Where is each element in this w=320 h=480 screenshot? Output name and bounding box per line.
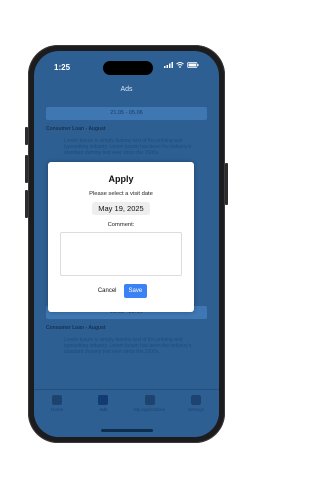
volume-down-button	[25, 190, 28, 218]
tab-settings[interactable]: Settings	[176, 395, 216, 437]
home-indicator	[101, 429, 153, 432]
wifi-icon	[176, 62, 184, 68]
ad-description: Lorem Ipsum is simply dummy text of the …	[64, 138, 192, 156]
dialog-title: Apply	[108, 174, 134, 184]
ad-description: Lorem Ipsum is simply dummy text of the …	[64, 337, 192, 355]
visit-date-picker[interactable]: May 19, 2025	[92, 202, 150, 215]
ad-section[interactable]: 21.05 - 05.06 Consumer Loan - August Lor…	[46, 107, 207, 156]
date-range-bar: 21.05 - 05.06	[46, 107, 207, 120]
megaphone-icon	[98, 395, 109, 405]
status-time: 1:25	[54, 63, 71, 72]
tab-label: Ads	[99, 407, 108, 412]
comment-field[interactable]	[60, 232, 182, 276]
comment-label: Comment:	[107, 222, 135, 228]
status-icons	[164, 62, 199, 68]
ad-title: Consumer Loan - August	[46, 126, 106, 132]
tab-home[interactable]: Home	[37, 395, 77, 437]
ad-title: Consumer Loan - August	[46, 325, 106, 331]
ad-section[interactable]: 21.05 - 22.06 Consumer Loan - August Lor…	[46, 306, 207, 355]
tab-label: Home	[51, 407, 64, 412]
document-icon	[144, 395, 155, 405]
gear-icon	[190, 395, 201, 405]
battery-icon	[187, 62, 199, 68]
volume-up-button	[25, 155, 28, 183]
dialog-subtitle: Please select a visit date	[89, 191, 153, 197]
save-button[interactable]: Save	[123, 284, 148, 298]
tab-label: My Applications	[133, 407, 166, 412]
tab-label: Settings	[187, 407, 204, 412]
dialog-actions: Cancel Save	[48, 284, 194, 298]
mute-button	[25, 127, 28, 145]
dynamic-island	[103, 61, 153, 75]
page-title: Ads	[120, 86, 133, 93]
power-button	[225, 163, 228, 205]
home-icon	[52, 395, 63, 405]
signal-icon	[164, 62, 173, 68]
apply-dialog: Apply Please select a visit date May 19,…	[48, 162, 194, 312]
cancel-button[interactable]: Cancel	[95, 286, 120, 296]
